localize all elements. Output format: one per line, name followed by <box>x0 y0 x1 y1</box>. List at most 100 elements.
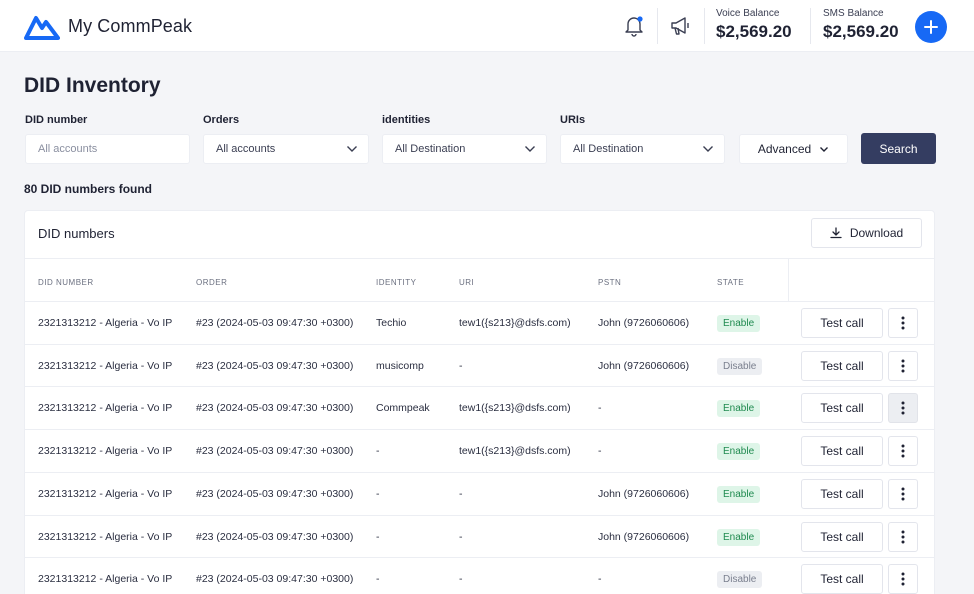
order-cell: #23 (2024-05-03 09:47:30 +0300) <box>196 402 354 415</box>
order-cell: #23 (2024-05-03 09:47:30 +0300) <box>196 530 354 543</box>
did-number-field[interactable] <box>25 134 190 164</box>
more-vertical-icon <box>901 401 905 415</box>
plus-icon <box>924 20 938 34</box>
did-number-cell: 2321313212 - Algeria - Vo IP <box>38 487 173 500</box>
add-button[interactable] <box>915 11 947 43</box>
order-cell: #23 (2024-05-03 09:47:30 +0300) <box>196 487 354 500</box>
download-button[interactable]: Download <box>811 218 922 248</box>
more-vertical-icon <box>901 359 905 373</box>
column-header-order[interactable]: ORDER <box>196 278 227 287</box>
results-count: 80 DID numbers found <box>24 182 153 196</box>
did-number-cell: 2321313212 - Algeria - Vo IP <box>38 359 173 372</box>
orders-select-value: All accounts <box>216 143 276 155</box>
column-header-did-number[interactable]: DID NUMBER <box>38 278 94 287</box>
identities-select[interactable]: All Destination <box>382 134 547 164</box>
column-header-state[interactable]: STATE <box>717 278 744 287</box>
row-actions-button[interactable] <box>888 308 918 338</box>
divider <box>25 258 934 259</box>
pstn-cell: John (9726060606) <box>598 317 690 329</box>
card-title: DID numbers <box>38 226 115 241</box>
uri-cell: - <box>459 359 463 372</box>
did-number-label: DID number <box>25 114 88 126</box>
pstn-cell: - <box>598 402 602 415</box>
search-button[interactable]: Search <box>861 133 936 164</box>
pstn-cell: - <box>598 445 602 458</box>
table-row[interactable]: 2321313212 - Algeria - Vo IP #23 (2024-05… <box>25 514 934 558</box>
commpeak-logo-icon <box>24 16 60 40</box>
more-vertical-icon <box>901 530 905 543</box>
test-call-button[interactable]: Test call <box>801 564 883 594</box>
table-row[interactable]: 2321313212 - Algeria - Vo IP #23 (2024-05… <box>25 557 934 594</box>
actions-column-divider <box>788 258 789 301</box>
test-call-button[interactable]: Test call <box>801 308 883 338</box>
test-call-button[interactable]: Test call <box>801 436 883 467</box>
identity-cell: Techio <box>376 317 407 329</box>
test-call-button[interactable]: Test call <box>801 478 883 509</box>
megaphone-icon[interactable] <box>668 14 692 38</box>
column-header-identity[interactable]: IDENTITY <box>376 278 416 287</box>
download-button-label: Download <box>849 226 904 240</box>
chevron-down-icon <box>703 146 713 152</box>
row-actions-button[interactable] <box>888 521 918 552</box>
chevron-down-icon <box>525 146 535 152</box>
sms-balance-value: $2,569.20 <box>823 22 899 41</box>
status-badge: Disable <box>717 357 763 375</box>
did-number-cell: 2321313212 - Algeria - Vo IP <box>38 317 173 329</box>
page-title: DID Inventory <box>24 74 161 97</box>
advanced-button[interactable]: Advanced <box>739 134 848 164</box>
voice-balance-label: Voice Balance <box>716 8 780 19</box>
status-badge: Enable <box>717 315 761 332</box>
row-actions-button[interactable] <box>888 478 918 509</box>
uris-label: URIs <box>560 114 586 126</box>
identities-label: identities <box>382 114 431 126</box>
status-badge: Enable <box>717 485 761 503</box>
did-number-input[interactable] <box>38 143 189 155</box>
uri-cell: tew1({s213}@dsfs.com) <box>459 317 571 329</box>
row-actions-button[interactable] <box>888 564 918 594</box>
identity-cell: - <box>376 445 380 458</box>
status-badge: Disable <box>717 571 763 589</box>
uri-cell: tew1({s213}@dsfs.com) <box>459 402 571 415</box>
row-actions-button[interactable] <box>888 436 918 467</box>
table-row[interactable]: 2321313212 - Algeria - Vo IP #23 (2024-05… <box>25 386 934 429</box>
bell-icon[interactable] <box>622 14 646 38</box>
identity-cell: Commpeak <box>376 402 430 415</box>
row-actions-button[interactable] <box>888 350 918 381</box>
table-row[interactable]: 2321313212 - Algeria - Vo IP #23 (2024-05… <box>25 471 934 515</box>
pstn-cell: John (9726060606) <box>598 359 690 372</box>
row-actions-button[interactable] <box>888 393 918 424</box>
table-row[interactable]: 2321313212 - Algeria - Vo IP #23 (2024-05… <box>25 301 934 344</box>
uri-cell: tew1({s213}@dsfs.com) <box>459 445 571 458</box>
test-call-button[interactable]: Test call <box>801 393 883 424</box>
orders-label: Orders <box>203 114 240 126</box>
table-row[interactable]: 2321313212 - Algeria - Vo IP #23 (2024-05… <box>25 429 934 472</box>
status-badge: Enable <box>717 400 761 418</box>
test-call-button[interactable]: Test call <box>801 521 883 552</box>
test-call-button[interactable]: Test call <box>801 350 883 381</box>
order-cell: #23 (2024-05-03 09:47:30 +0300) <box>196 317 354 329</box>
identities-select-value: All Destination <box>395 143 466 155</box>
sms-balance: SMS Balance $2,569.20 <box>823 8 899 42</box>
orders-select[interactable]: All accounts <box>203 134 369 164</box>
order-cell: #23 (2024-05-03 09:47:30 +0300) <box>196 359 354 372</box>
column-header-pstn[interactable]: PSTN <box>598 278 621 287</box>
chevron-down-icon <box>347 146 357 152</box>
pstn-cell: John (9726060606) <box>598 530 690 543</box>
did-number-cell: 2321313212 - Algeria - Vo IP <box>38 402 173 415</box>
column-header-uri[interactable]: URI <box>459 278 474 287</box>
uri-cell: - <box>459 573 463 586</box>
uri-cell: - <box>459 530 463 543</box>
order-cell: #23 (2024-05-03 09:47:30 +0300) <box>196 573 354 586</box>
voice-balance-value: $2,569.20 <box>716 22 792 41</box>
header-divider <box>704 8 705 44</box>
sms-balance-label: SMS Balance <box>823 8 884 19</box>
table-row[interactable]: 2321313212 - Algeria - Vo IP #23 (2024-05… <box>25 343 934 387</box>
header-divider <box>657 8 658 44</box>
did-numbers-card: DID numbers Download DID NUMBER ORDER ID… <box>24 210 935 594</box>
status-badge: Enable <box>717 528 761 546</box>
app-logo[interactable]: My CommPeak <box>24 12 192 40</box>
did-number-cell: 2321313212 - Algeria - Vo IP <box>38 445 173 458</box>
uris-select[interactable]: All Destination <box>560 134 725 164</box>
uris-select-value: All Destination <box>573 143 644 155</box>
more-vertical-icon <box>901 316 905 330</box>
